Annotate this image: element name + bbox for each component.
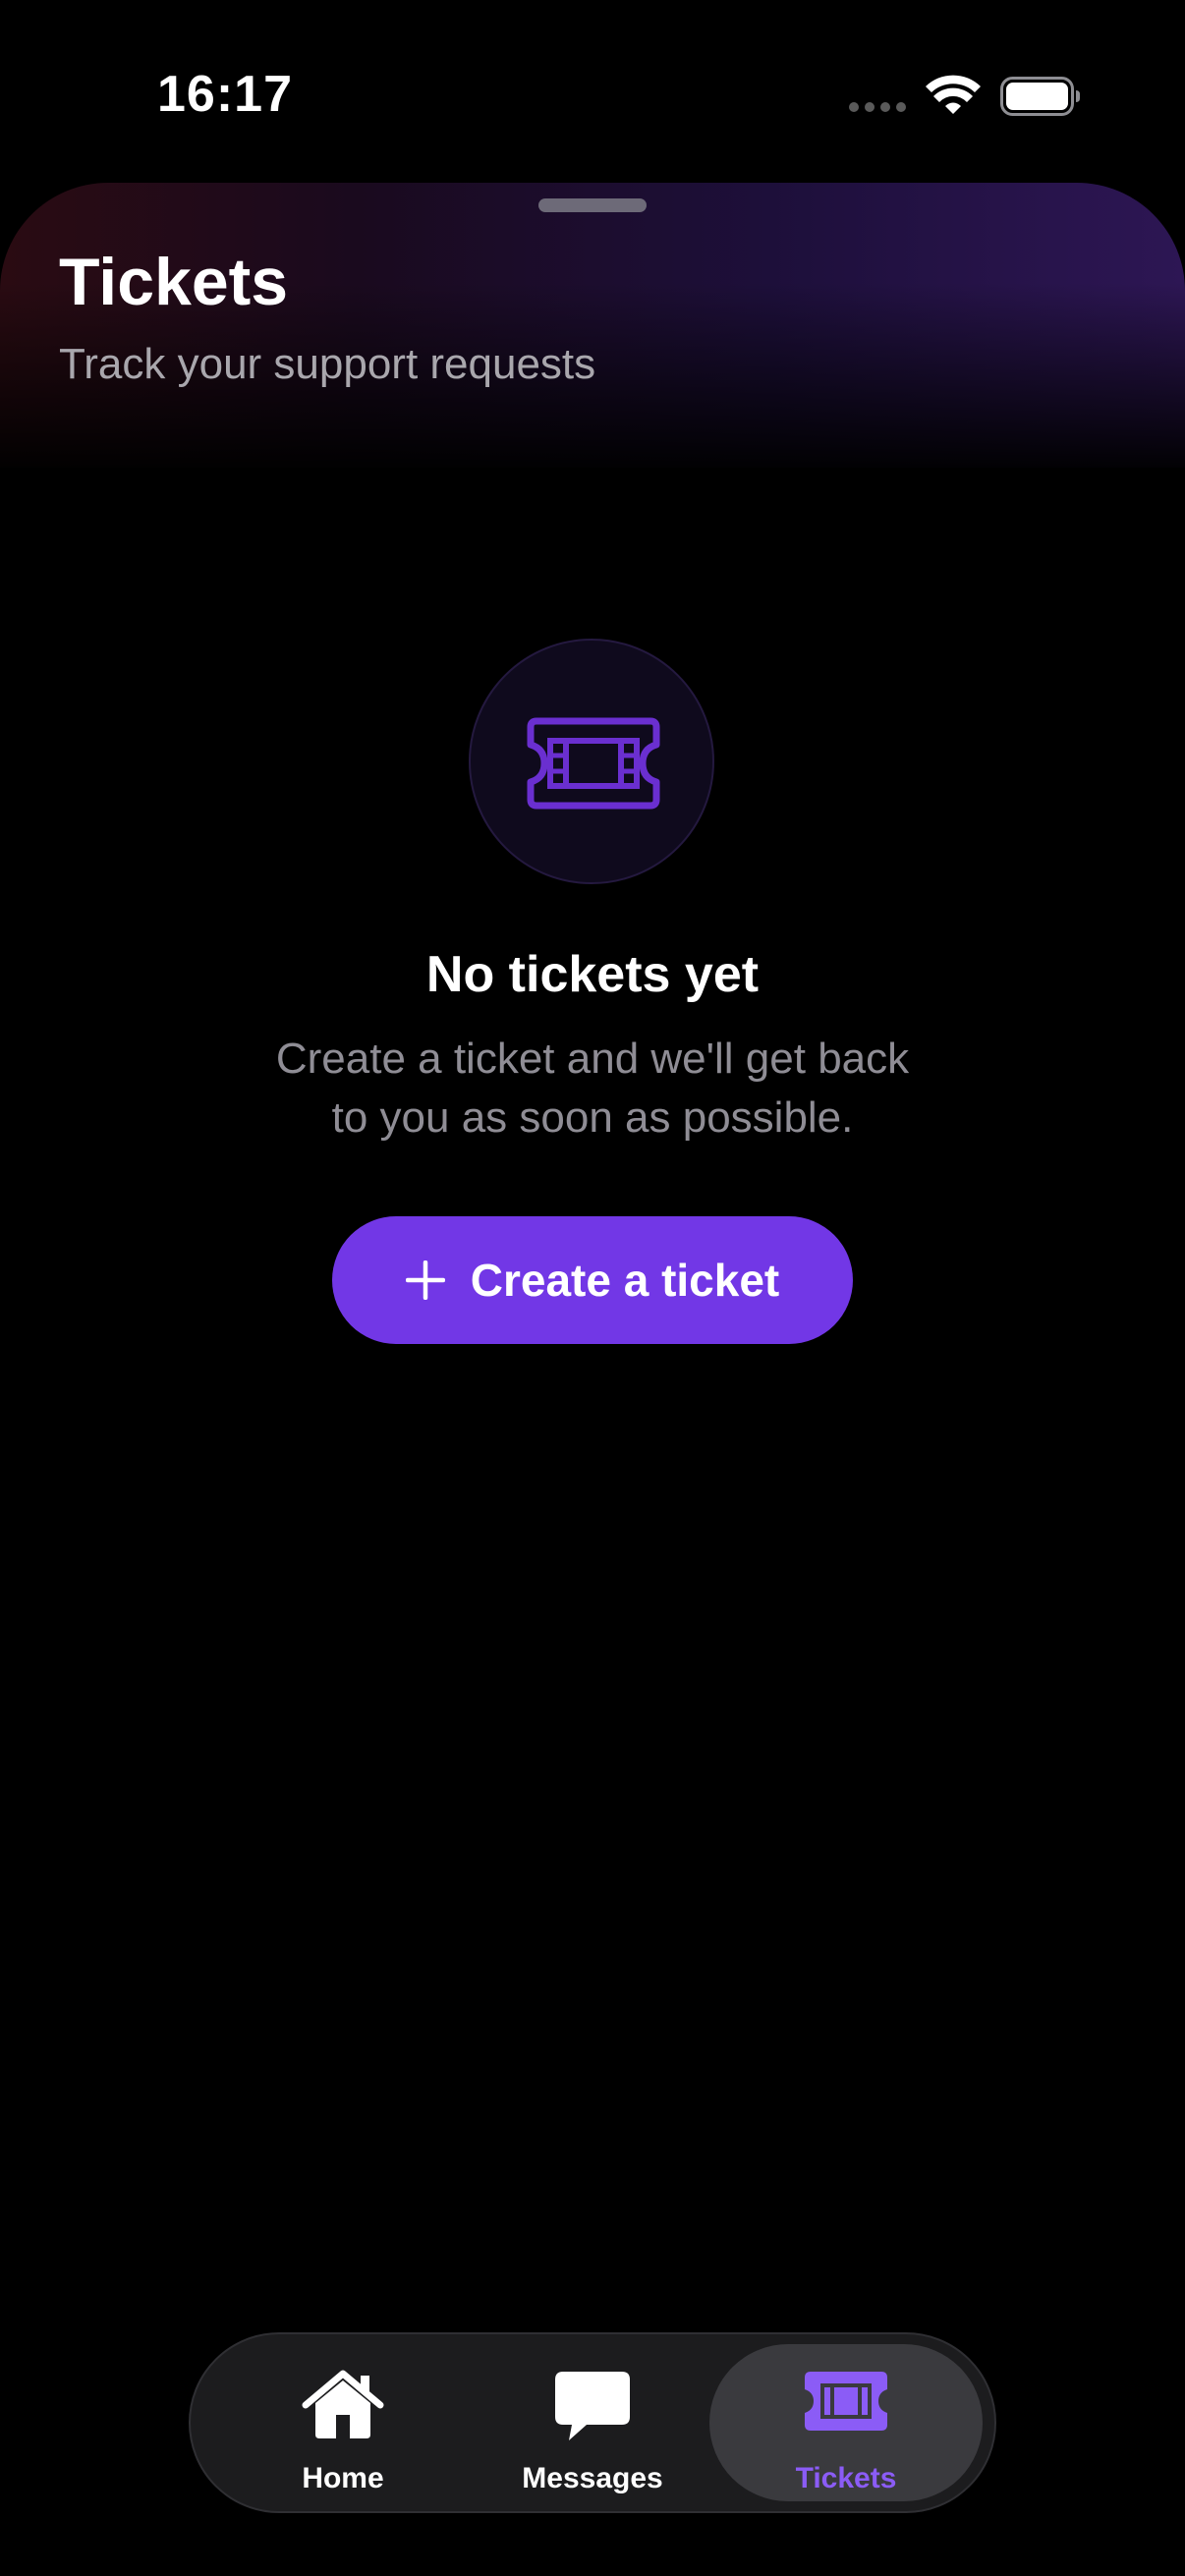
ticket-icon: [527, 717, 660, 810]
create-ticket-button[interactable]: Create a ticket: [332, 1216, 853, 1344]
tab-messages[interactable]: Messages: [470, 2344, 715, 2501]
empty-state-description-line-1: Create a ticket and we'll get back: [275, 1035, 910, 1083]
tab-tickets-label: Tickets: [795, 2462, 897, 2494]
battery-icon: [1000, 77, 1080, 116]
empty-state-description: Create a ticket and we'll get back to yo…: [0, 1030, 1185, 1148]
status-time: 16:17: [157, 66, 293, 123]
tab-home-label: Home: [302, 2462, 384, 2494]
plus-icon: [405, 1260, 445, 1300]
empty-state-icon-circle: [469, 639, 714, 884]
home-icon: [302, 2370, 384, 2438]
ticket-icon: [805, 2372, 887, 2431]
chat-bubble-icon: [555, 2372, 630, 2440]
sheet-header: Tickets Track your support requests: [0, 183, 1185, 468]
tab-tickets[interactable]: Tickets: [709, 2344, 983, 2501]
create-ticket-button-label: Create a ticket: [470, 1255, 780, 1306]
tab-bar: Home Messages Tickets: [189, 2332, 996, 2513]
cellular-signal-icon: [849, 102, 906, 112]
empty-state-description-line-2: to you as soon as possible.: [331, 1093, 854, 1142]
tab-messages-label: Messages: [522, 2462, 663, 2494]
wifi-icon: [926, 75, 981, 114]
sheet-grabber-handle[interactable]: [538, 198, 647, 212]
page-subtitle: Track your support requests: [59, 340, 596, 388]
empty-state-title: No tickets yet: [425, 946, 760, 1003]
page-title: Tickets: [59, 245, 289, 319]
tab-home[interactable]: Home: [220, 2344, 466, 2501]
status-bar: 16:17: [0, 0, 1185, 177]
